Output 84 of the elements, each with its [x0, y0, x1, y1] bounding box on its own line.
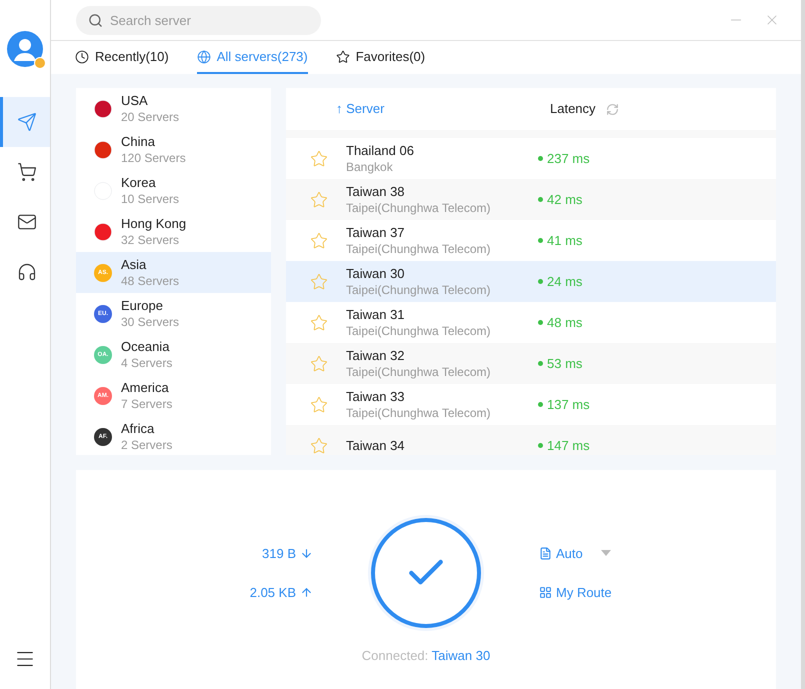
server-row[interactable]: Thailand 06 Bangkok 237 ms	[286, 138, 776, 179]
search-icon	[88, 12, 103, 28]
latency-value: 24 ms	[547, 272, 582, 291]
latency-value: 53 ms	[547, 354, 582, 373]
server-count: 20 Servers	[121, 108, 180, 124]
down-arrow-icon	[300, 546, 313, 560]
shopping-cart-icon	[16, 162, 36, 182]
server-count: 2 Servers	[121, 436, 172, 452]
server-name: Taiwan 37	[346, 224, 406, 240]
server-location: Taipei(Chunghwa Telecom)	[346, 240, 492, 256]
server-row[interactable]: Taiwan 32 Taipei(Chunghwa Telecom) 53 ms	[286, 343, 776, 384]
server-name: Taiwan 30	[346, 266, 406, 282]
star-icon[interactable]	[310, 314, 328, 332]
server-count: 30 Servers	[121, 314, 180, 330]
region-item[interactable]: USA 20 Servers	[76, 88, 271, 129]
search-field[interactable]: Search server	[76, 6, 321, 34]
server-row[interactable]: Taiwan 31 Taipei(Chunghwa Telecom) 48 ms	[286, 302, 776, 343]
region-name: America	[121, 380, 170, 396]
server-name: Taiwan 38	[346, 184, 406, 200]
star-icon[interactable]	[310, 232, 328, 250]
refresh-icon[interactable]	[606, 102, 619, 116]
region-name: USA	[121, 92, 149, 108]
region-name: Oceania	[121, 338, 170, 354]
server-count: 10 Servers	[121, 190, 180, 206]
paper-plane-icon	[16, 112, 36, 132]
latency-value: 48 ms	[547, 314, 582, 332]
server-name: Thailand 06	[346, 142, 415, 158]
region-item[interactable]: Hong Kong 32 Servers	[76, 211, 271, 252]
server-count: 7 Servers	[121, 396, 172, 412]
server-count: 4 Servers	[121, 354, 172, 370]
document-icon	[539, 546, 552, 560]
star-icon[interactable]	[310, 190, 328, 208]
server-row[interactable]: Taiwan 33 Taipei(Chunghwa Telecom) 137 ms	[286, 384, 776, 425]
clock-icon	[75, 50, 89, 64]
region-name: Africa	[121, 420, 156, 436]
region-item[interactable]: Korea 10 Servers	[76, 170, 271, 211]
envelope-icon	[16, 212, 36, 232]
server-name: Taiwan 31	[346, 306, 406, 322]
region-name: Europe	[121, 298, 164, 314]
up-arrow-icon	[300, 586, 313, 600]
server-location: Taipei(Chunghwa Telecom)	[346, 322, 492, 338]
star-icon[interactable]	[310, 396, 328, 414]
star-icon[interactable]	[310, 272, 328, 290]
server-row[interactable]: Taiwan 30 Taipei(Chunghwa Telecom) 24 ms	[286, 261, 776, 302]
server-name: Taiwan 34	[346, 438, 406, 454]
server-location: Taipei(Chunghwa Telecom)	[346, 404, 492, 420]
connect-button[interactable]	[371, 518, 481, 628]
region-name: Asia	[121, 256, 148, 272]
star-icon[interactable]	[310, 436, 328, 454]
server-count: 32 Servers	[121, 232, 180, 248]
server-name: Taiwan 32	[346, 348, 406, 364]
latency-value: 41 ms	[547, 232, 582, 250]
region-item[interactable]: China 120 Servers	[76, 129, 271, 170]
download-amount: 319 B	[262, 544, 313, 563]
latency-value: 237 ms	[547, 150, 590, 168]
latency-value: 42 ms	[547, 190, 582, 209]
connection-status: Connected: Taiwan 30	[362, 647, 490, 665]
server-row[interactable]: Taiwan 38 Taipei(Chunghwa Telecom) 42 ms	[286, 179, 776, 220]
server-location: Taipei(Chunghwa Telecom)	[346, 200, 492, 216]
latency-value: 137 ms	[547, 396, 590, 414]
server-row[interactable]: Taiwan 37 Taipei(Chunghwa Telecom) 41 ms	[286, 220, 776, 261]
server-location: Taipei(Chunghwa Telecom)	[346, 282, 492, 298]
headset-icon	[16, 262, 36, 282]
dropdown-caret-icon[interactable]	[600, 550, 611, 556]
region-name: Korea	[121, 174, 157, 190]
star-icon[interactable]	[310, 354, 328, 372]
region-name: China	[121, 134, 156, 150]
region-name: Hong Kong	[121, 216, 186, 232]
upload-amount: 2.05 KB	[250, 583, 313, 602]
server-name: Taiwan 33	[346, 388, 406, 404]
server-location: Bangkok	[346, 158, 394, 174]
latency-column-header: Latency	[550, 100, 596, 118]
globe-icon	[196, 50, 211, 64]
avatar-icon[interactable]	[7, 30, 43, 66]
star-icon[interactable]	[310, 150, 328, 168]
server-count: 48 Servers	[121, 272, 180, 288]
star-icon	[336, 50, 350, 64]
server-location: Taipei(Chunghwa Telecom)	[346, 364, 492, 380]
tab[interactable]: Recently(10)	[75, 42, 169, 74]
server-count: 120 Servers	[121, 150, 186, 166]
latency-value: 147 ms	[547, 436, 590, 455]
grid-icon	[539, 586, 552, 600]
server-row[interactable]: Taiwan 34 147 ms	[286, 425, 776, 455]
tab[interactable]: Favorites(0)	[336, 42, 426, 74]
